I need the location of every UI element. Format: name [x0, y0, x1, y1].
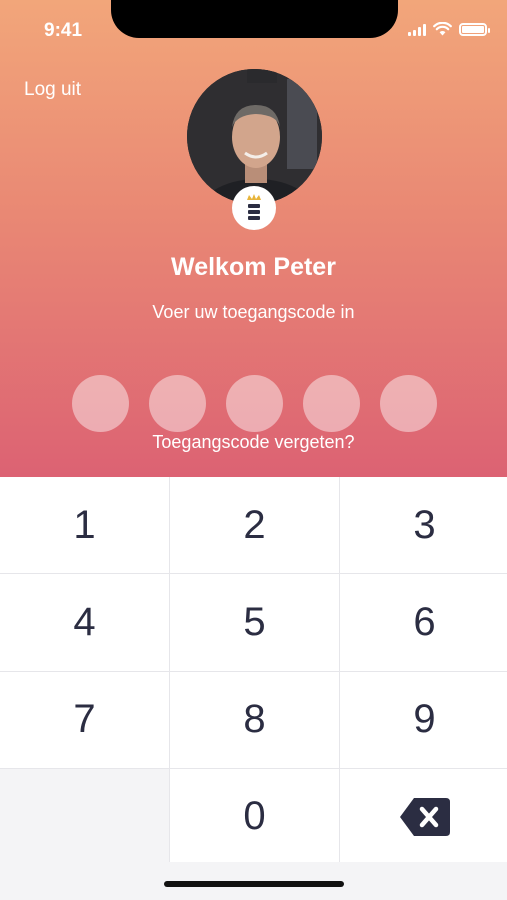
key-5[interactable]: 5 — [170, 574, 339, 671]
battery-icon — [459, 22, 490, 36]
pin-dot — [149, 375, 206, 432]
status-icons — [408, 22, 490, 36]
status-time: 9:41 — [44, 20, 83, 41]
brand-logo-badge — [232, 186, 276, 230]
pin-indicator — [72, 375, 437, 432]
pin-dot — [303, 375, 360, 432]
key-empty — [0, 768, 169, 865]
forgot-passcode-link[interactable]: Toegangscode vergeten? — [0, 432, 507, 453]
numeric-keypad: 1 2 3 4 5 6 7 8 9 0 — [0, 477, 507, 865]
key-1[interactable]: 1 — [0, 477, 169, 574]
key-7[interactable]: 7 — [0, 671, 169, 768]
key-9[interactable]: 9 — [340, 671, 507, 768]
profile-photo — [187, 69, 322, 204]
pin-dot — [226, 375, 283, 432]
delete-button[interactable] — [340, 768, 507, 865]
backspace-icon — [399, 797, 450, 836]
welcome-heading: Welkom Peter — [171, 253, 336, 281]
pin-dot — [72, 375, 129, 432]
pin-dot — [380, 375, 437, 432]
key-6[interactable]: 6 — [340, 574, 507, 671]
key-2[interactable]: 2 — [170, 477, 339, 574]
key-3[interactable]: 3 — [340, 477, 507, 574]
logout-button[interactable]: Log uit — [24, 79, 81, 101]
device-notch — [111, 0, 398, 38]
key-0[interactable]: 0 — [170, 768, 339, 865]
home-indicator[interactable] — [164, 881, 344, 887]
profile-avatar — [187, 69, 322, 204]
key-8[interactable]: 8 — [170, 671, 339, 768]
key-4[interactable]: 4 — [0, 574, 169, 671]
wifi-icon — [433, 22, 452, 36]
crown-logo-icon — [247, 194, 261, 220]
passcode-instruction: Voer uw toegangscode in — [152, 302, 355, 322]
signal-icon — [408, 23, 426, 36]
